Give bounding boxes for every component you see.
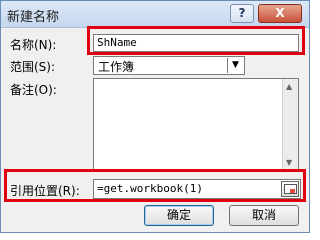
scope-value: 工作簿 xyxy=(98,60,135,74)
name-highlight-box xyxy=(87,26,305,55)
chevron-down-icon[interactable]: ▼ xyxy=(227,58,243,73)
arrow-down-icon[interactable]: ▼ xyxy=(286,158,295,167)
title-bar: 新建名称 ? X xyxy=(1,1,309,28)
window-title: 新建名称 xyxy=(7,10,60,25)
scope-select[interactable]: 工作簿 ▼ xyxy=(93,56,245,75)
name-label: 名称(N): xyxy=(10,38,57,52)
scope-label: 范围(S): xyxy=(10,60,56,74)
new-name-dialog: 新建名称 ? X 名称(N): ShName 范围(S): 工作簿 ▼ 备注(O… xyxy=(0,0,310,233)
comment-textarea[interactable]: ▲ ▼ xyxy=(93,78,299,171)
ok-button[interactable]: 确定 xyxy=(144,205,214,226)
reference-highlight-box xyxy=(4,169,306,202)
help-button[interactable]: ? xyxy=(230,4,254,23)
arrow-up-icon[interactable]: ▲ xyxy=(286,82,295,91)
cancel-button[interactable]: 取消 xyxy=(229,205,299,226)
close-button[interactable]: X xyxy=(258,4,302,23)
comment-label: 备注(O): xyxy=(10,83,57,97)
comment-scrollbar[interactable]: ▲ ▼ xyxy=(282,79,298,170)
